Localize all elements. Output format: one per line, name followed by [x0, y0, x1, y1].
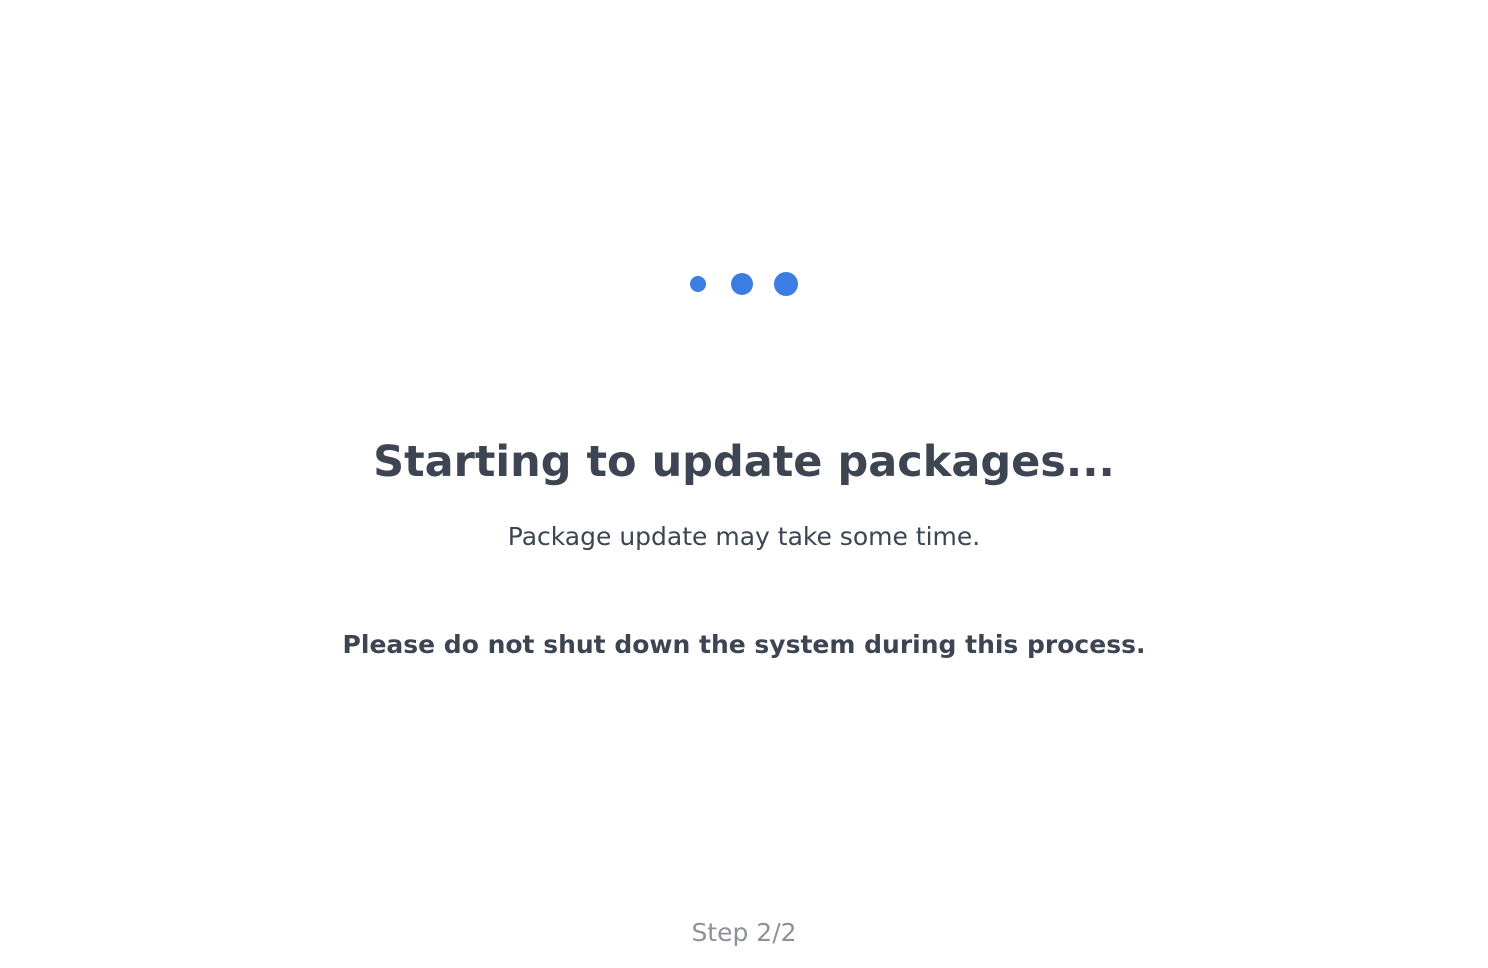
loading-dot-small — [690, 276, 706, 292]
page-subtitle: Package update may take some time. — [507, 522, 981, 551]
loading-dot-large — [774, 272, 798, 296]
loading-dots-icon — [0, 260, 1488, 308]
page-title: Starting to update packages... — [373, 437, 1115, 487]
shutdown-warning: Please do not shut down the system durin… — [342, 630, 1146, 659]
loading-dot-medium — [731, 273, 753, 295]
step-indicator: Step 2/2 — [691, 918, 797, 947]
update-progress-page: Starting to update packages... Package u… — [0, 0, 1488, 968]
